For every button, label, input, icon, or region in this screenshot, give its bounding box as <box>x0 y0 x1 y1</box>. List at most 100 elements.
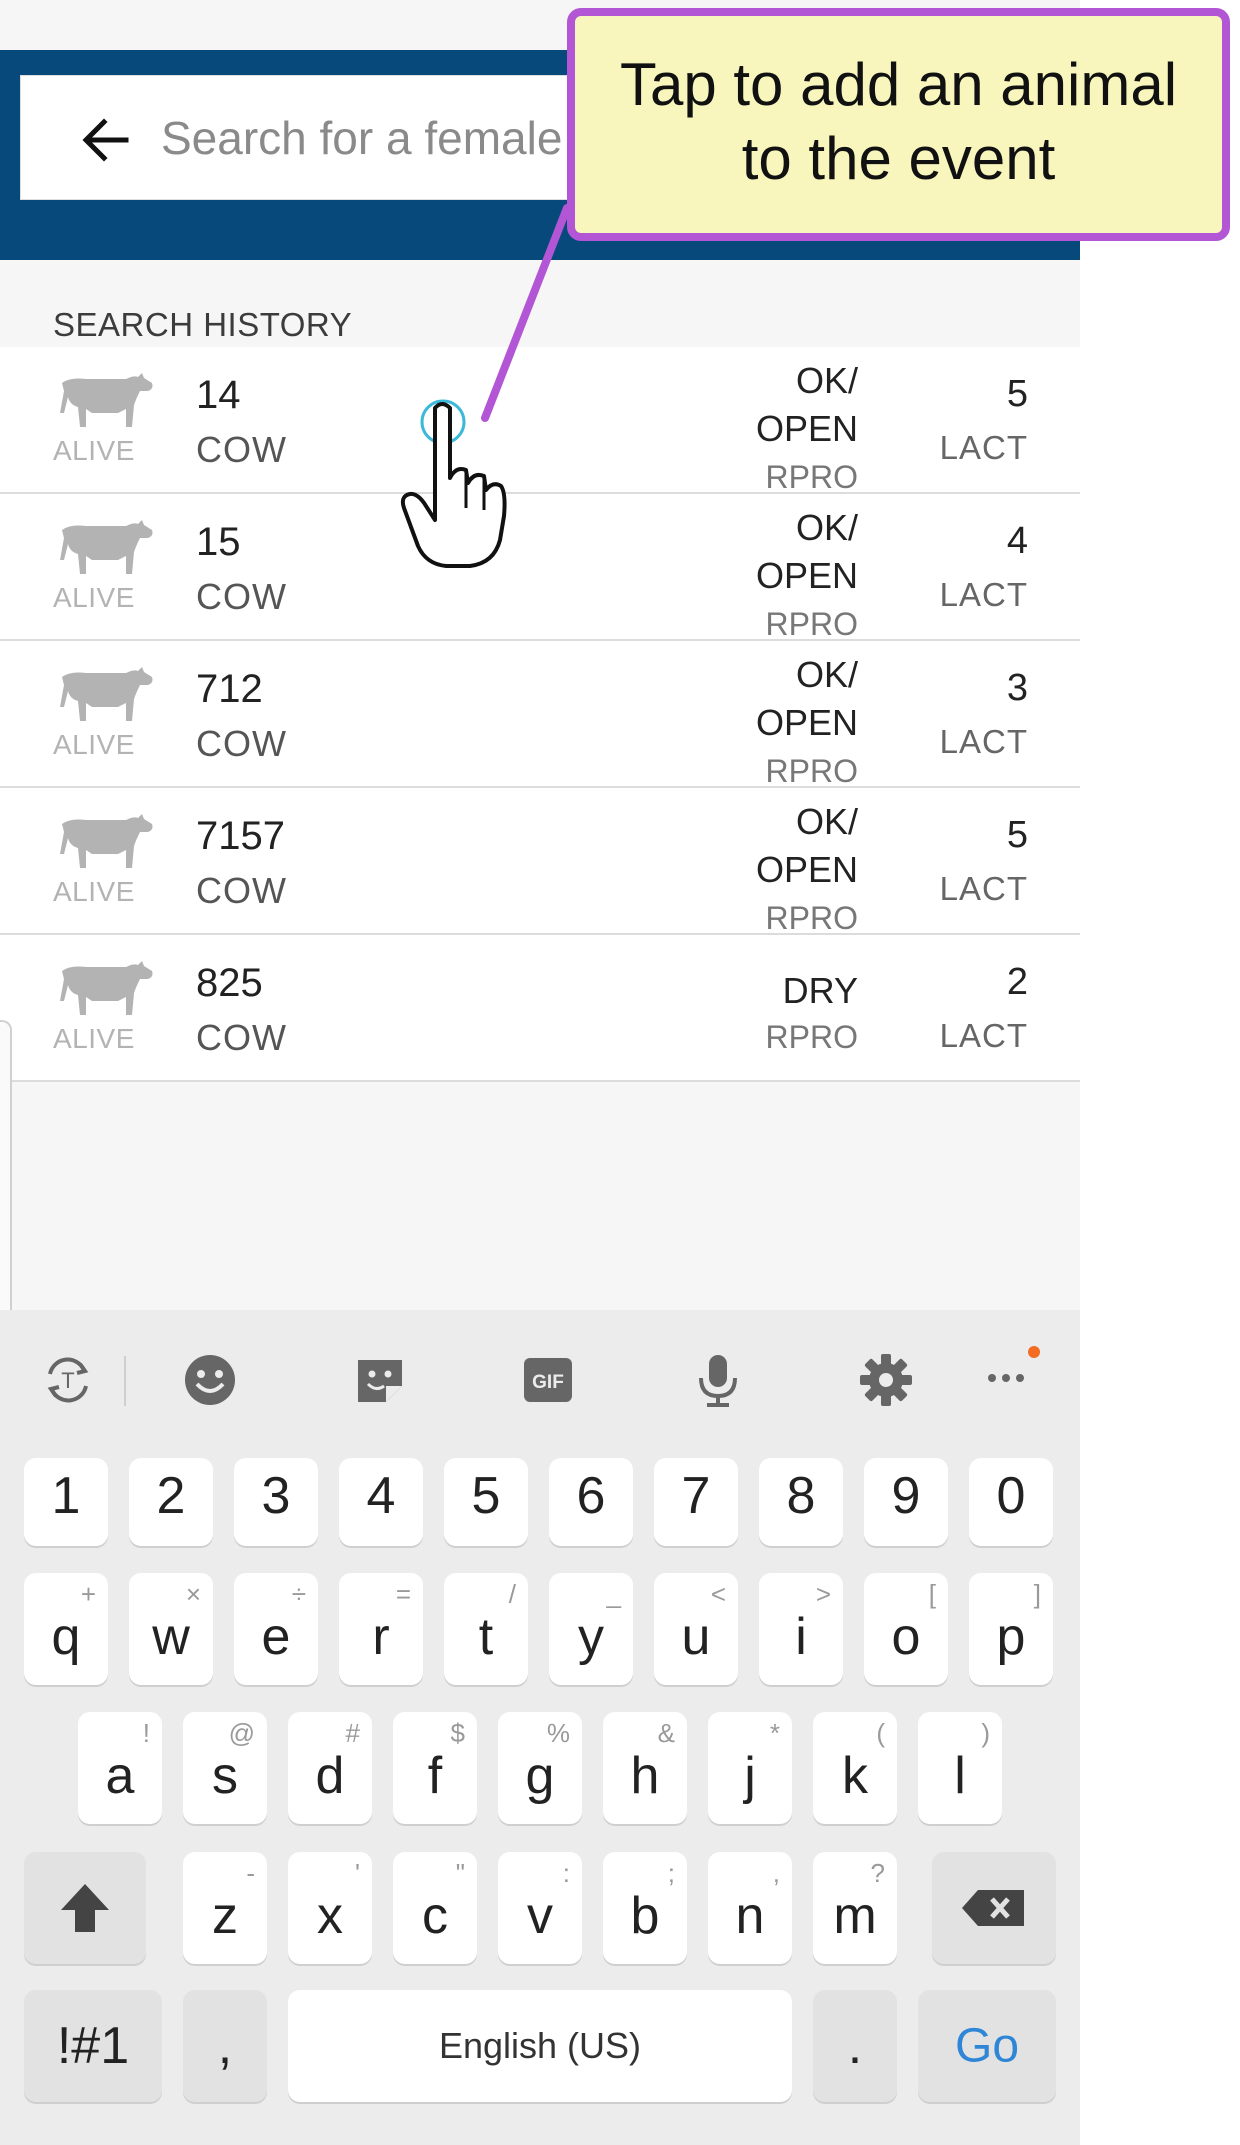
more-options-icon[interactable] <box>982 1338 1046 1408</box>
key-2[interactable]: 2 <box>129 1458 213 1546</box>
key-z[interactable]: -z <box>183 1852 267 1964</box>
key-secondary-symbol: + <box>80 1579 96 1609</box>
key-secondary-symbol: = <box>395 1579 411 1609</box>
key-3[interactable]: 3 <box>234 1458 318 1546</box>
repro-label: RPRO <box>765 753 858 788</box>
gif-icon[interactable]: GIF <box>520 1352 576 1408</box>
sticker-icon[interactable] <box>352 1352 408 1408</box>
key-label: 0 <box>996 1467 1026 1525</box>
repro-label: RPRO <box>765 459 858 494</box>
key-i[interactable]: > i <box>759 1573 843 1685</box>
animal-type: COW <box>196 723 287 764</box>
key-k[interactable]: (k <box>813 1712 897 1824</box>
key-g[interactable]: % g <box>498 1712 582 1824</box>
key-secondary-symbol: % <box>546 1718 570 1748</box>
empty-list-area <box>0 1082 1080 1310</box>
instruction-callout: Tap to add an animal to the event <box>567 8 1230 241</box>
animal-status: ALIVE <box>53 1023 135 1054</box>
animal-status: ALIVE <box>53 435 135 466</box>
key-secondary-symbol: @ <box>228 1718 255 1748</box>
key-label: 1 <box>51 1467 81 1525</box>
history-row-7157[interactable]: ALIVE 7157 COW OK/ OPEN RPRO 5 LACT <box>0 788 1080 935</box>
lactation-label: LACT <box>939 870 1028 907</box>
history-row-825[interactable]: ALIVE 825 COW DRY RPRO 2 LACT <box>0 935 1080 1082</box>
key-7[interactable]: 7 <box>654 1458 738 1546</box>
translate-icon[interactable]: T <box>40 1352 96 1408</box>
key-h[interactable]: & h <box>603 1712 687 1824</box>
key-0[interactable]: 0 <box>969 1458 1053 1546</box>
key-p[interactable]: ] p <box>969 1573 1053 1685</box>
key-t[interactable]: / t <box>444 1573 528 1685</box>
on-screen-keyboard: T GIF 1 2 3 4 5 6 7 8 9 0 + q × w ÷ e = … <box>0 1310 1080 2145</box>
key-x[interactable]: ' x <box>288 1852 372 1964</box>
go-key[interactable]: Go <box>918 1990 1056 2102</box>
history-row-14[interactable]: ALIVE 14 COW OK/ OPEN RPRO 5 LACT <box>0 347 1080 494</box>
key-secondary-symbol: $ <box>450 1718 465 1748</box>
key-1[interactable]: 1 <box>24 1458 108 1546</box>
key-u[interactable]: < u <box>654 1573 738 1685</box>
key-label: 2 <box>156 1467 186 1525</box>
back-arrow-icon[interactable] <box>76 110 136 170</box>
space-bar[interactable]: English (US) <box>288 1990 792 2102</box>
key-n[interactable]: ,n <box>708 1852 792 1964</box>
key-m[interactable]: ? m <box>813 1852 897 1964</box>
key-secondary-symbol: ÷ <box>291 1579 306 1609</box>
key-r[interactable]: = r <box>339 1573 423 1685</box>
key-d[interactable]: # d <box>288 1712 372 1824</box>
key-o[interactable]: [o <box>864 1573 948 1685</box>
key-label: p <box>996 1608 1026 1666</box>
key-a[interactable]: ! a <box>78 1712 162 1824</box>
history-row-15[interactable]: ALIVE 15 COW OK/ OPEN RPRO 4 LACT <box>0 494 1080 641</box>
key-9[interactable]: 9 <box>864 1458 948 1546</box>
key-label: . <box>847 2017 863 2075</box>
key-8[interactable]: 8 <box>759 1458 843 1546</box>
repro-status: OK/ OPEN <box>755 507 858 596</box>
symbols-key[interactable]: !#1 <box>24 1990 162 2102</box>
key-w[interactable]: × w <box>129 1573 213 1685</box>
key-5[interactable]: 5 <box>444 1458 528 1546</box>
key-label: English (US) <box>438 2025 642 2066</box>
key-secondary-symbol: ! <box>142 1718 150 1748</box>
backspace-key[interactable] <box>932 1852 1056 1964</box>
key-label: Go <box>954 2019 1020 2073</box>
microphone-icon[interactable] <box>690 1352 746 1408</box>
search-history-title: SEARCH HISTORY <box>53 306 353 343</box>
key-secondary-symbol: * <box>769 1718 780 1748</box>
animal-id: 15 <box>196 520 241 564</box>
period-key[interactable]: . <box>813 1990 897 2102</box>
key-y[interactable]: _ y <box>549 1573 633 1685</box>
key-secondary-symbol: " <box>455 1858 465 1888</box>
key-c[interactable]: " c <box>393 1852 477 1964</box>
key-4[interactable]: 4 <box>339 1458 423 1546</box>
key-label: b <box>630 1887 660 1945</box>
key-label: a <box>105 1747 135 1805</box>
key-label: q <box>51 1608 81 1666</box>
key-secondary-symbol: - <box>246 1858 255 1888</box>
key-v[interactable]: :v <box>498 1852 582 1964</box>
key-label: , <box>217 2017 233 2075</box>
key-f[interactable]: $ f <box>393 1712 477 1824</box>
key-secondary-symbol: < <box>710 1579 726 1609</box>
toolbar-divider <box>124 1356 126 1406</box>
key-s[interactable]: @ s <box>183 1712 267 1824</box>
key-j[interactable]: * j <box>708 1712 792 1824</box>
key-label: 9 <box>891 1467 921 1525</box>
comma-key[interactable]: , <box>183 1990 267 2102</box>
key-l[interactable]: ) l <box>918 1712 1002 1824</box>
key-6[interactable]: 6 <box>549 1458 633 1546</box>
callout-text-line-2: to the event <box>741 125 1056 192</box>
key-label: y <box>578 1608 604 1666</box>
key-secondary-symbol: / <box>508 1579 516 1609</box>
shift-key[interactable] <box>24 1852 146 1964</box>
key-b[interactable]: ; b <box>603 1852 687 1964</box>
app-screen: SEARCH HISTORY ALIVE14COWOK/ OPENRPRO5LA… <box>0 0 1230 2145</box>
emoji-icon[interactable] <box>182 1352 238 1408</box>
key-q[interactable]: + q <box>24 1573 108 1685</box>
svg-text:GIF: GIF <box>532 1372 564 1393</box>
history-row-712[interactable]: ALIVE 712 COW OK/ OPEN RPRO 3 LACT <box>0 641 1080 788</box>
key-e[interactable]: ÷ e <box>234 1573 318 1685</box>
key-secondary-symbol: , <box>772 1858 780 1888</box>
settings-gear-icon[interactable] <box>858 1352 914 1408</box>
key-label: u <box>681 1608 711 1666</box>
backspace-icon <box>962 1890 1024 1926</box>
